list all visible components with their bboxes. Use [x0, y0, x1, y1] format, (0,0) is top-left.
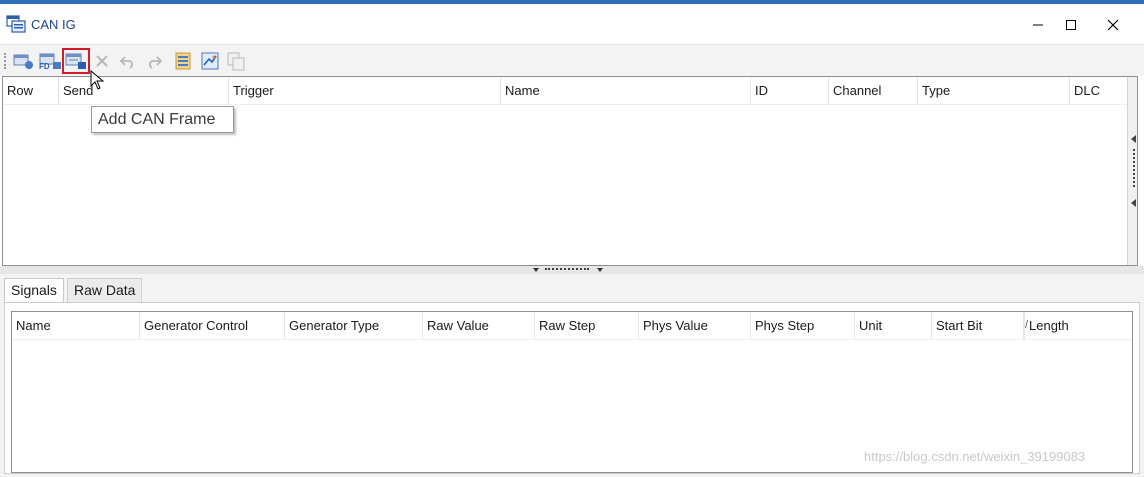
column-header-send[interactable]: Send: [59, 77, 229, 105]
undo-button[interactable]: [116, 50, 140, 72]
column-header-raw-step[interactable]: Raw Step: [535, 312, 639, 340]
copy-icon: [227, 52, 245, 71]
column-header-start-bit[interactable]: Start Bit: [932, 312, 1024, 340]
maximize-icon: [1066, 20, 1076, 30]
column-header-id[interactable]: ID: [751, 77, 829, 105]
delete-icon: [96, 55, 108, 67]
column-header-phys-step[interactable]: Phys Step: [751, 312, 855, 340]
column-header-generator-type[interactable]: Generator Type: [285, 312, 423, 340]
collapse-arrows-icon: [1131, 135, 1136, 207]
signals-table-header: Name Generator Control Generator Type Ra…: [12, 312, 1132, 340]
frames-table-header: Row Send Trigger Name ID Channel Type DL…: [3, 77, 1127, 105]
column-header-phys-value[interactable]: Phys Value: [639, 312, 751, 340]
column-header-channel[interactable]: Channel: [829, 77, 918, 105]
can-ig-app-icon: [6, 15, 26, 33]
add-can-frame-tooltip: Add CAN Frame: [91, 106, 234, 133]
import-button[interactable]: [172, 50, 196, 72]
undo-icon: [119, 56, 133, 69]
splitter-grip[interactable]: [545, 268, 589, 271]
column-header-row[interactable]: Row: [3, 77, 59, 105]
collapse-down-icon: [533, 268, 539, 272]
close-icon: [1107, 19, 1119, 31]
window-title: CAN IG: [31, 17, 76, 32]
add-can-frame-icon: [65, 53, 86, 69]
column-header-type[interactable]: Type: [918, 77, 1070, 105]
column-header-generator-control[interactable]: Generator Control: [140, 312, 285, 340]
panel-splitter[interactable]: [0, 266, 1144, 274]
column-header-trigger[interactable]: Trigger: [229, 77, 501, 105]
minimize-icon: [1033, 24, 1043, 26]
column-header-length-label: Length: [1029, 318, 1069, 333]
tab-signals[interactable]: Signals: [4, 278, 64, 304]
export-button[interactable]: [198, 50, 222, 72]
title-bar: CAN IG: [0, 4, 1144, 44]
signals-panel-area: Signals Raw Data Name Generator Control …: [0, 274, 1144, 477]
toolbar: FD: [0, 44, 1144, 76]
redo-button[interactable]: [142, 50, 166, 72]
delete-button[interactable]: [90, 50, 114, 72]
close-button[interactable]: [1093, 12, 1133, 38]
column-chooser-strip[interactable]: [1127, 77, 1137, 265]
maximize-button[interactable]: [1051, 12, 1091, 38]
tab-raw-data[interactable]: Raw Data: [67, 278, 143, 302]
column-header-dlc[interactable]: DLC: [1070, 77, 1127, 105]
column-header-length[interactable]: Length: [1024, 312, 1132, 340]
column-header-signal-name[interactable]: Name: [12, 312, 140, 340]
watermark: https://blog.csdn.net/weixin_39199083: [864, 449, 1086, 464]
add-frame-button[interactable]: [12, 50, 36, 72]
import-icon: [175, 52, 191, 70]
redo-icon: [149, 56, 163, 69]
column-header-unit[interactable]: Unit: [855, 312, 932, 340]
column-header-name[interactable]: Name: [501, 77, 751, 105]
column-header-raw-value[interactable]: Raw Value: [423, 312, 535, 340]
export-icon: [201, 52, 219, 70]
mouse-cursor-icon: [90, 70, 105, 90]
add-can-frame-button[interactable]: [62, 48, 90, 74]
frames-table: Row Send Trigger Name ID Channel Type DL…: [2, 76, 1138, 266]
collapse-down-icon: [597, 268, 603, 272]
copy-button[interactable]: [224, 50, 248, 72]
add-fd-frame-button[interactable]: FD: [38, 50, 62, 72]
svg-text:FD: FD: [39, 62, 50, 70]
toolbar-grip[interactable]: [4, 53, 6, 69]
add-frame-icon: [13, 54, 33, 69]
add-fd-frame-icon: FD: [39, 53, 61, 70]
